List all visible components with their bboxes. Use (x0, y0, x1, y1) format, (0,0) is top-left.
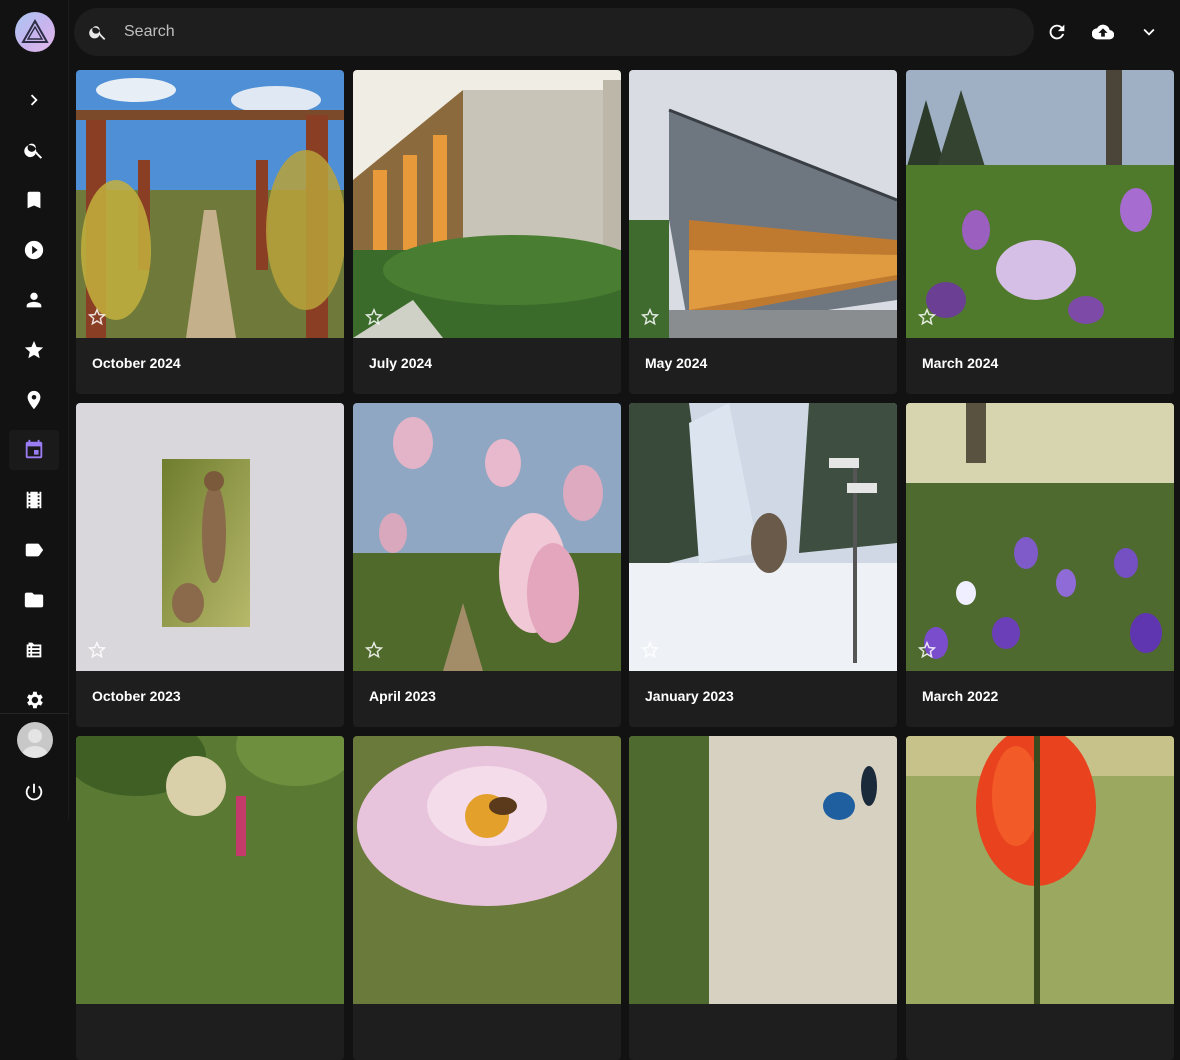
album-title: May 2024 (645, 355, 708, 371)
search-icon (24, 143, 43, 159)
album-thumbnail (629, 736, 897, 1004)
film-icon (26, 491, 42, 509)
album-title: April 2023 (369, 688, 436, 704)
search-icon (89, 26, 106, 40)
library-icon (26, 642, 42, 658)
gear-icon (27, 691, 43, 709)
album-thumbnail (906, 70, 1174, 338)
nav-favorites[interactable] (9, 330, 59, 370)
nav-search[interactable] (9, 130, 59, 170)
nav-folders[interactable] (9, 580, 59, 620)
folder-icon (24, 592, 44, 608)
nav-bookmarks[interactable] (9, 180, 59, 220)
album-thumbnail (76, 736, 344, 1004)
album-card[interactable] (629, 736, 897, 1060)
power-icon (25, 783, 43, 801)
album-title: July 2024 (369, 355, 433, 371)
album-card[interactable]: July 2024 (353, 70, 621, 394)
favorite-toggle[interactable] (916, 639, 938, 661)
album-card[interactable]: March 2022 (906, 403, 1174, 727)
app-logo[interactable] (15, 12, 55, 52)
star-outline-icon (364, 307, 384, 326)
bookmark-icon (27, 191, 41, 209)
album-card[interactable] (76, 736, 344, 1060)
favorite-toggle[interactable] (86, 306, 108, 328)
logout-button[interactable] (9, 772, 59, 812)
favorite-toggle[interactable] (86, 639, 108, 661)
favorite-toggle[interactable] (916, 306, 938, 328)
album-thumbnail (906, 403, 1174, 671)
chevron-right-icon (30, 94, 38, 106)
album-thumbnail (76, 70, 344, 338)
album-card[interactable]: May 2024 (629, 70, 897, 394)
album-thumbnail (906, 736, 1174, 1004)
star-outline-icon (364, 640, 384, 659)
album-title: October 2023 (92, 688, 181, 704)
album-card[interactable]: October 2023 (76, 403, 344, 727)
upload-button[interactable] (1087, 16, 1119, 48)
nav-videos[interactable] (9, 230, 59, 270)
album-title: October 2024 (92, 355, 181, 371)
star-outline-icon (87, 640, 107, 659)
nav-labels[interactable] (9, 530, 59, 570)
album-card[interactable] (353, 736, 621, 1060)
star-outline-icon (917, 307, 937, 326)
search-bar[interactable] (74, 8, 1034, 56)
play-circle-icon (24, 240, 44, 260)
user-avatar[interactable] (17, 722, 53, 758)
nav-moments[interactable] (9, 480, 59, 520)
album-thumbnail (353, 736, 621, 1004)
album-thumbnail (353, 70, 621, 338)
calendar-icon (25, 439, 43, 459)
label-tag-icon (25, 543, 44, 557)
cloud-upload-icon (1092, 24, 1114, 40)
album-thumbnail (76, 403, 344, 671)
album-card[interactable]: October 2024 (76, 70, 344, 394)
album-card[interactable]: March 2024 (906, 70, 1174, 394)
refresh-icon (1049, 24, 1065, 40)
star-outline-icon (640, 640, 660, 659)
album-thumbnail (629, 70, 897, 338)
map-pin-icon (27, 390, 41, 410)
album-card[interactable]: January 2023 (629, 403, 897, 727)
favorite-toggle[interactable] (363, 639, 385, 661)
search-input[interactable] (124, 23, 984, 41)
album-thumbnail (629, 403, 897, 671)
favorite-toggle[interactable] (363, 306, 385, 328)
expand-sidebar-button[interactable] (9, 80, 59, 120)
refresh-button[interactable] (1041, 16, 1073, 48)
nav-calendar[interactable] (9, 430, 59, 470)
expand-menu-button[interactable] (1133, 16, 1165, 48)
album-title: January 2023 (645, 688, 734, 704)
star-outline-icon (640, 307, 660, 326)
favorite-toggle[interactable] (639, 639, 661, 661)
album-thumbnail (353, 403, 621, 671)
chevron-down-icon (1143, 28, 1155, 36)
star-outline-icon (917, 640, 937, 659)
nav-settings[interactable] (9, 680, 59, 720)
sidebar-divider (0, 713, 69, 714)
sidebar (0, 0, 69, 820)
top-bar (69, 0, 1180, 64)
user-silhouette-icon (22, 729, 48, 758)
star-outline-icon (87, 307, 107, 326)
album-card[interactable] (906, 736, 1174, 1060)
prism-logo-icon (21, 18, 49, 43)
nav-places[interactable] (9, 380, 59, 420)
album-card[interactable]: April 2023 (353, 403, 621, 727)
album-title: March 2024 (922, 355, 999, 371)
nav-people[interactable] (9, 280, 59, 320)
star-icon (24, 340, 44, 359)
favorite-toggle[interactable] (639, 306, 661, 328)
nav-library[interactable] (9, 630, 59, 670)
person-icon (26, 292, 42, 308)
album-title: March 2022 (922, 688, 999, 704)
